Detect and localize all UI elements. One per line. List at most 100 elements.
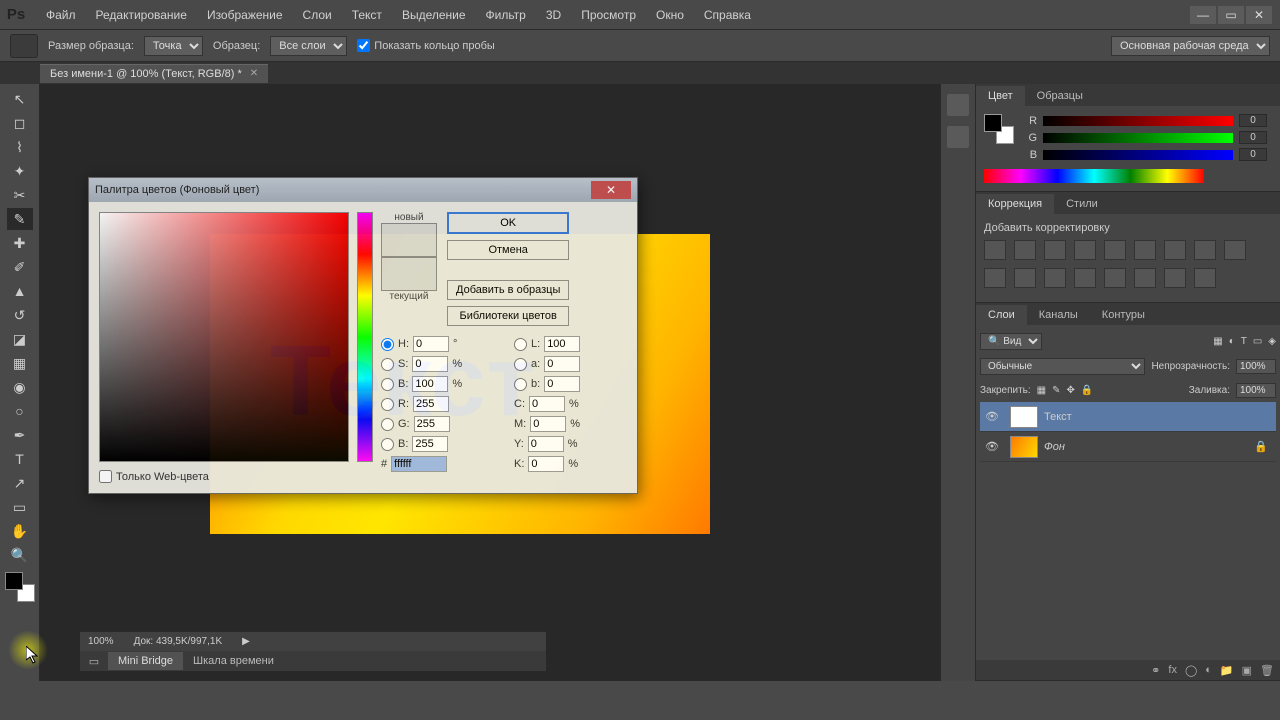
eyedropper-tool[interactable]: ✎ (7, 208, 33, 230)
show-ring-checkbox[interactable]: Показать кольцо пробы (357, 39, 495, 52)
r-radio[interactable] (381, 398, 394, 411)
tab-layers[interactable]: Слои (976, 305, 1027, 325)
hand-tool[interactable]: ✋ (7, 520, 33, 542)
r-value[interactable] (1239, 114, 1267, 127)
rectangle-tool[interactable]: ▭ (7, 496, 33, 518)
menu-view[interactable]: Просмотр (571, 4, 646, 26)
adj-icon[interactable] (1104, 268, 1126, 288)
close-button[interactable]: ✕ (1246, 6, 1272, 24)
color-swatch-control[interactable] (5, 572, 35, 602)
web-only-checkbox[interactable]: Только Web-цвета (99, 470, 349, 483)
menu-3d[interactable]: 3D (536, 4, 571, 26)
tab-timeline[interactable]: Шкала времени (183, 652, 284, 670)
properties-panel-icon[interactable] (947, 126, 969, 148)
minimize-button[interactable]: — (1190, 6, 1216, 24)
new-layer-icon[interactable]: ▣ (1242, 664, 1252, 677)
panel-color-swatches[interactable] (984, 114, 1014, 144)
adj-icon[interactable] (1134, 268, 1156, 288)
panel-icon[interactable]: ▭ (80, 655, 108, 668)
workspace-select[interactable]: Основная рабочая среда (1111, 36, 1270, 56)
r-slider[interactable] (1043, 116, 1233, 126)
opacity-input[interactable] (1236, 359, 1276, 374)
menu-image[interactable]: Изображение (197, 4, 293, 26)
g-input[interactable] (414, 416, 450, 432)
pen-tool[interactable]: ✒ (7, 424, 33, 446)
hue-slider[interactable] (357, 212, 373, 462)
dialog-titlebar[interactable]: Палитра цветов (Фоновый цвет) ✕ (89, 178, 637, 202)
tab-adjustments[interactable]: Коррекция (976, 194, 1054, 214)
group-icon[interactable]: 📁 (1220, 664, 1234, 677)
g-value[interactable] (1239, 131, 1267, 144)
g-slider[interactable] (1043, 133, 1233, 143)
sample-size-select[interactable]: Точка (144, 36, 203, 56)
ok-button[interactable]: OK (447, 212, 569, 234)
menu-file[interactable]: Файл (36, 4, 86, 26)
adj-icon[interactable] (1074, 268, 1096, 288)
adj-icon[interactable] (1074, 240, 1096, 260)
rect-marquee-tool[interactable]: ◻ (7, 112, 33, 134)
filter-smart-icon[interactable]: ◈ (1268, 336, 1276, 347)
s-input[interactable] (412, 356, 448, 372)
menu-filter[interactable]: Фильтр (476, 4, 536, 26)
adj-icon[interactable] (1044, 240, 1066, 260)
menu-select[interactable]: Выделение (392, 4, 476, 26)
healing-tool[interactable]: ✚ (7, 232, 33, 254)
k-input[interactable] (528, 456, 564, 472)
menu-help[interactable]: Справка (694, 4, 761, 26)
a-radio[interactable] (514, 358, 527, 371)
adj-icon[interactable] (1164, 268, 1186, 288)
adj-icon[interactable] (1014, 268, 1036, 288)
stamp-tool[interactable]: ▲ (7, 280, 33, 302)
layer-row-background[interactable]: 👁 Фон 🔒 (980, 432, 1276, 462)
tab-color[interactable]: Цвет (976, 86, 1025, 106)
adj-icon[interactable] (1194, 240, 1216, 260)
cancel-button[interactable]: Отмена (447, 240, 569, 260)
visibility-icon[interactable]: 👁 (980, 410, 1004, 423)
visibility-icon[interactable]: 👁 (980, 440, 1004, 453)
adj-icon[interactable] (984, 268, 1006, 288)
close-tab-icon[interactable]: ✕ (250, 68, 258, 79)
filter-pixel-icon[interactable]: ▦ (1213, 336, 1222, 347)
y-input[interactable] (528, 436, 564, 452)
adj-icon[interactable] (1134, 240, 1156, 260)
adj-icon[interactable] (1164, 240, 1186, 260)
adj-icon[interactable] (1014, 240, 1036, 260)
tab-swatches[interactable]: Образцы (1025, 86, 1095, 106)
lock-transparency-icon[interactable]: ▦ (1037, 385, 1046, 396)
delete-layer-icon[interactable]: 🗑 (1260, 664, 1274, 677)
history-panel-icon[interactable] (947, 94, 969, 116)
dialog-close-button[interactable]: ✕ (591, 181, 631, 199)
menu-edit[interactable]: Редактирование (86, 4, 197, 26)
filter-adj-icon[interactable]: ◐ (1229, 336, 1235, 347)
filter-text-icon[interactable]: T (1241, 336, 1247, 347)
lock-position-icon[interactable]: ✥ (1067, 385, 1075, 396)
tab-paths[interactable]: Контуры (1090, 305, 1157, 325)
history-brush-tool[interactable]: ↺ (7, 304, 33, 326)
canvas-area[interactable]: Текст Палитра цветов (Фоновый цвет) ✕ То… (40, 84, 940, 681)
lock-pixels-icon[interactable]: ✎ (1052, 385, 1060, 396)
fg-color-swatch[interactable] (5, 572, 23, 590)
adj-icon[interactable] (1044, 268, 1066, 288)
link-layers-icon[interactable]: ⚭ (1151, 664, 1160, 677)
zoom-value[interactable]: 100% (88, 636, 114, 647)
s-radio[interactable] (381, 358, 394, 371)
m-input[interactable] (530, 416, 566, 432)
l-input[interactable] (544, 336, 580, 352)
b-input[interactable] (412, 436, 448, 452)
bv-input[interactable] (412, 376, 448, 392)
h-radio[interactable] (381, 338, 394, 351)
document-tab[interactable]: Без имени-1 @ 100% (Текст, RGB/8) * ✕ (40, 64, 268, 83)
filter-shape-icon[interactable]: ▭ (1253, 336, 1262, 347)
g-radio[interactable] (381, 418, 394, 431)
fx-icon[interactable]: fx (1168, 664, 1177, 676)
layer-row-text[interactable]: 👁 Текст (980, 402, 1276, 432)
zoom-tool[interactable]: 🔍 (7, 544, 33, 566)
gradient-tool[interactable]: ▦ (7, 352, 33, 374)
tab-channels[interactable]: Каналы (1027, 305, 1090, 325)
r-input[interactable] (413, 396, 449, 412)
tab-styles[interactable]: Стили (1054, 194, 1110, 214)
adj-icon[interactable] (984, 240, 1006, 260)
color-libraries-button[interactable]: Библиотеки цветов (447, 306, 569, 326)
b-lab-input[interactable] (544, 376, 580, 392)
menu-text[interactable]: Текст (342, 4, 392, 26)
